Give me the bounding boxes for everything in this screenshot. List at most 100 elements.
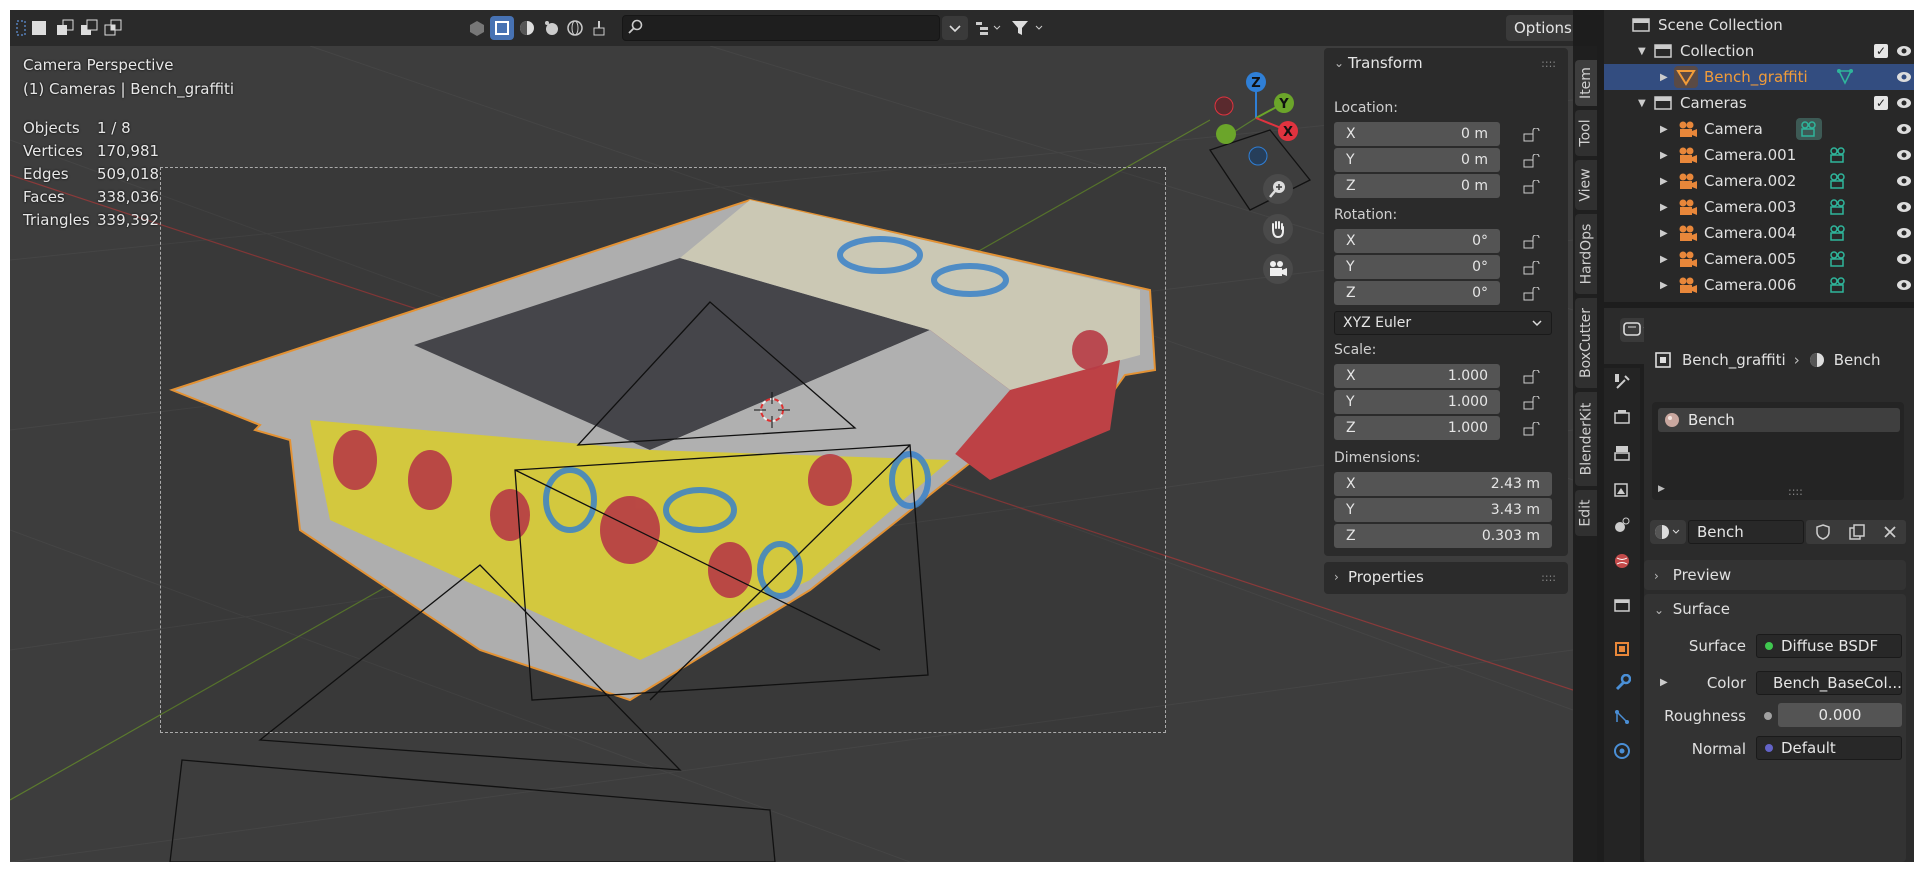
eye-icon[interactable] <box>1896 226 1912 240</box>
outliner-row-camera-002[interactable]: ▶ Camera.002 <box>1604 168 1914 194</box>
outliner-row-camera-005[interactable]: ▶ Camera.005 <box>1604 246 1914 272</box>
tab-hardops[interactable]: HardOps <box>1575 214 1597 294</box>
material-slot-item[interactable]: Bench <box>1658 408 1900 432</box>
eye-icon[interactable] <box>1896 278 1912 292</box>
outliner-row-camera[interactable]: ▶ Camera <box>1604 116 1914 142</box>
exclude-checkbox[interactable]: ✓ <box>1874 96 1888 110</box>
eye-icon[interactable] <box>1896 252 1912 266</box>
outliner-row-collection[interactable]: ▼ Collection ✓ <box>1604 38 1914 64</box>
expand-arrow-icon[interactable]: ▶ <box>1660 124 1668 135</box>
render-tab-icon[interactable] <box>1611 406 1633 428</box>
intersect-selection-icon[interactable] <box>102 16 124 40</box>
lock-icon[interactable] <box>1522 422 1540 436</box>
eye-icon[interactable] <box>1896 96 1912 110</box>
browse-material-dropdown[interactable] <box>1650 520 1686 544</box>
close-icon[interactable] <box>1883 525 1897 539</box>
zoom-icon[interactable] <box>1263 174 1293 204</box>
preview-header[interactable]: › Preview <box>1654 566 1731 584</box>
expand-arrow-icon[interactable]: ▼ <box>1638 98 1646 109</box>
output-tab-icon[interactable] <box>1611 442 1633 464</box>
tab-blenderkit[interactable]: BlenderKit <box>1575 392 1597 486</box>
material-name-field[interactable]: Bench <box>1688 520 1804 544</box>
surface-shader-dropdown[interactable]: Diffuse BSDF <box>1756 634 1902 658</box>
object-tab-icon[interactable] <box>1611 638 1633 660</box>
duplicate-icon[interactable] <box>1849 524 1865 540</box>
pan-hand-icon[interactable] <box>1263 214 1293 244</box>
lock-icon[interactable] <box>1522 396 1540 410</box>
expand-arrow-icon[interactable]: ▶ <box>1660 280 1668 291</box>
properties-panel-collapsed[interactable]: › Properties :::: <box>1324 562 1568 594</box>
lock-icon[interactable] <box>1522 261 1540 275</box>
rotation-x-field[interactable]: X 0° <box>1334 229 1500 253</box>
expand-arrow-icon[interactable]: ▼ <box>1638 46 1646 57</box>
expand-arrow-icon[interactable]: ▶ <box>1658 484 1665 494</box>
set-new-selection-icon[interactable] <box>28 16 50 40</box>
outliner-row-camera-001[interactable]: ▶ Camera.001 <box>1604 142 1914 168</box>
lock-icon[interactable] <box>1522 370 1540 384</box>
outliner-row-scene-collection[interactable]: Scene Collection <box>1604 12 1914 38</box>
modifier-wrench-icon[interactable] <box>1611 672 1633 694</box>
view-layer-tab-icon[interactable] <box>1611 478 1633 500</box>
outliner-row-cameras[interactable]: ▼ Cameras ✓ <box>1604 90 1914 116</box>
transform-panel-header[interactable]: ⌄ Transform :::: <box>1324 48 1568 78</box>
outliner-row-bench-graffiti[interactable]: ▶ Bench_graffiti <box>1604 64 1914 90</box>
dimension-y-field[interactable]: Y 3.43 m <box>1334 498 1552 522</box>
physics-tab-icon[interactable] <box>1611 740 1633 762</box>
expand-arrow-icon[interactable]: ▶ <box>1660 176 1668 187</box>
resize-handle-icon[interactable]: :::: <box>1788 485 1803 498</box>
extend-selection-icon[interactable] <box>54 16 76 40</box>
expand-arrow-icon[interactable]: ▶ <box>1660 228 1668 239</box>
preview-panel[interactable]: › Preview <box>1644 560 1906 590</box>
properties-panel-header[interactable]: › Properties :::: <box>1324 562 1568 592</box>
brush-tool-icon[interactable] <box>588 16 610 40</box>
color-texture-dropdown[interactable]: Bench_BaseCol... <box>1756 671 1902 695</box>
eye-icon[interactable] <box>1896 200 1912 214</box>
gizmo-neg-y-axis[interactable] <box>1216 124 1236 144</box>
collapse-chevron-icon[interactable] <box>942 16 968 40</box>
filter-icon[interactable] <box>1008 16 1048 40</box>
eye-icon[interactable] <box>1896 174 1912 188</box>
lock-icon[interactable] <box>1522 235 1540 249</box>
hierarchy-view-icon[interactable] <box>972 16 1004 40</box>
solid-shading-icon[interactable] <box>490 16 514 40</box>
subtract-selection-icon[interactable] <box>78 16 100 40</box>
rotation-mode-dropdown[interactable]: XYZ Euler <box>1334 311 1552 335</box>
location-x-field[interactable]: X 0 m <box>1334 122 1500 146</box>
location-y-field[interactable]: Y 0 m <box>1334 148 1500 172</box>
xray-toggle-icon[interactable] <box>466 16 488 40</box>
overlay-globe-icon[interactable] <box>564 16 586 40</box>
roughness-field[interactable]: 0.000 <box>1778 703 1902 727</box>
eye-icon[interactable] <box>1896 70 1912 84</box>
tab-boxcutter[interactable]: BoxCutter <box>1575 298 1597 388</box>
expand-arrow-icon[interactable]: ▶ <box>1660 202 1668 213</box>
options-dropdown[interactable]: Options <box>1506 15 1573 41</box>
dimension-x-field[interactable]: X 2.43 m <box>1334 472 1552 496</box>
fake-user-shield-icon[interactable] <box>1815 524 1831 540</box>
lock-icon[interactable] <box>1522 154 1540 168</box>
camera-view-icon[interactable] <box>1263 254 1293 284</box>
expand-arrow-icon[interactable]: ▶ <box>1660 150 1668 161</box>
lock-icon[interactable] <box>1522 128 1540 142</box>
tab-item[interactable]: Item <box>1575 60 1597 106</box>
normal-dropdown[interactable]: Default <box>1756 736 1902 760</box>
collection-tab-icon[interactable] <box>1611 594 1633 616</box>
navigation-gizmo[interactable]: Z Y X <box>1198 60 1328 170</box>
gizmo-neg-x-axis[interactable] <box>1214 96 1234 116</box>
tab-tool[interactable]: Tool <box>1575 110 1597 156</box>
expand-arrow-icon[interactable]: ▶ <box>1660 72 1668 83</box>
outliner-row-camera-004[interactable]: ▶ Camera.004 <box>1604 220 1914 246</box>
eye-icon[interactable] <box>1896 148 1912 162</box>
rotation-y-field[interactable]: Y 0° <box>1334 255 1500 279</box>
scale-x-field[interactable]: X 1.000 <box>1334 364 1500 388</box>
eye-icon[interactable] <box>1896 122 1912 136</box>
outliner-row-camera-003[interactable]: ▶ Camera.003 <box>1604 194 1914 220</box>
lock-icon[interactable] <box>1522 180 1540 194</box>
rotation-z-field[interactable]: Z 0° <box>1334 281 1500 305</box>
tab-view[interactable]: View <box>1575 160 1597 210</box>
particles-tab-icon[interactable] <box>1611 706 1633 728</box>
expand-arrow-icon[interactable]: ▶ <box>1660 254 1668 265</box>
outliner-row-camera-006[interactable]: ▶ Camera.006 <box>1604 272 1914 298</box>
tab-edit[interactable]: Edit <box>1575 490 1597 536</box>
rendered-shading-icon[interactable] <box>540 16 562 40</box>
dimension-z-field[interactable]: Z 0.303 m <box>1334 524 1552 548</box>
